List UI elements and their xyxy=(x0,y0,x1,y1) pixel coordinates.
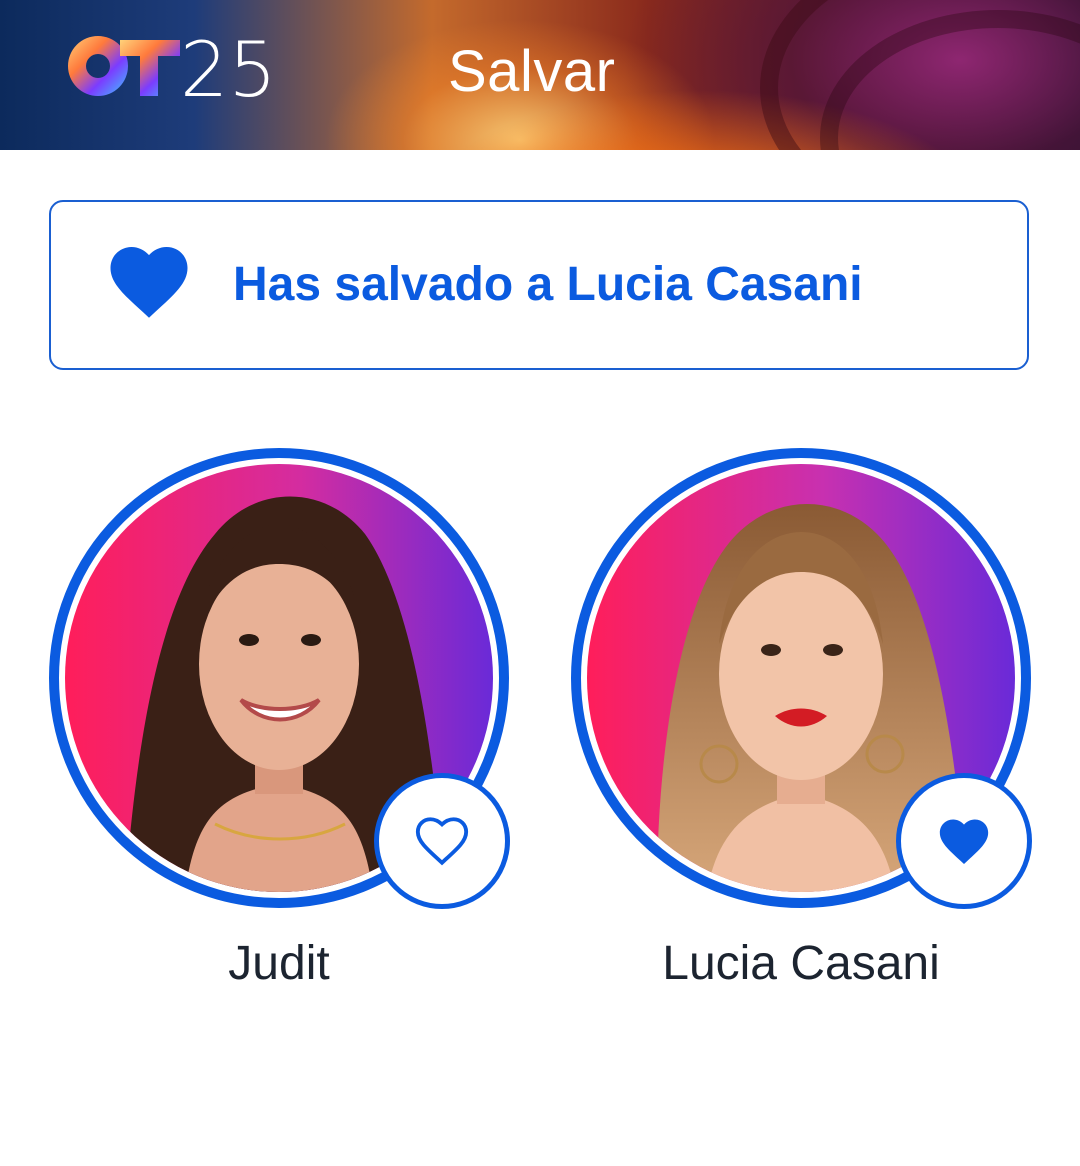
heart-filled-icon xyxy=(939,819,989,864)
saved-confirmation-banner: Has salvado a Lucia Casani xyxy=(49,200,1029,370)
heart-filled-icon xyxy=(110,247,188,318)
page-title: Salvar xyxy=(448,39,616,104)
contestant-card-lucia-casani[interactable]: Lucia Casani xyxy=(571,448,1032,1008)
app-header: 25 Salvar xyxy=(0,0,1080,150)
saved-message: Has salvado a Lucia Casani xyxy=(233,258,863,311)
contestant-card-judit[interactable]: Judit xyxy=(49,448,510,1008)
save-toggle-button[interactable] xyxy=(374,773,510,909)
contestant-name: Judit xyxy=(228,937,330,990)
save-toggle-button[interactable] xyxy=(896,773,1032,909)
heart-outline-icon xyxy=(415,817,469,866)
svg-text:25: 25 xyxy=(180,26,277,106)
ot25-logo: 25 xyxy=(68,26,277,106)
contestant-name: Lucia Casani xyxy=(662,937,940,990)
